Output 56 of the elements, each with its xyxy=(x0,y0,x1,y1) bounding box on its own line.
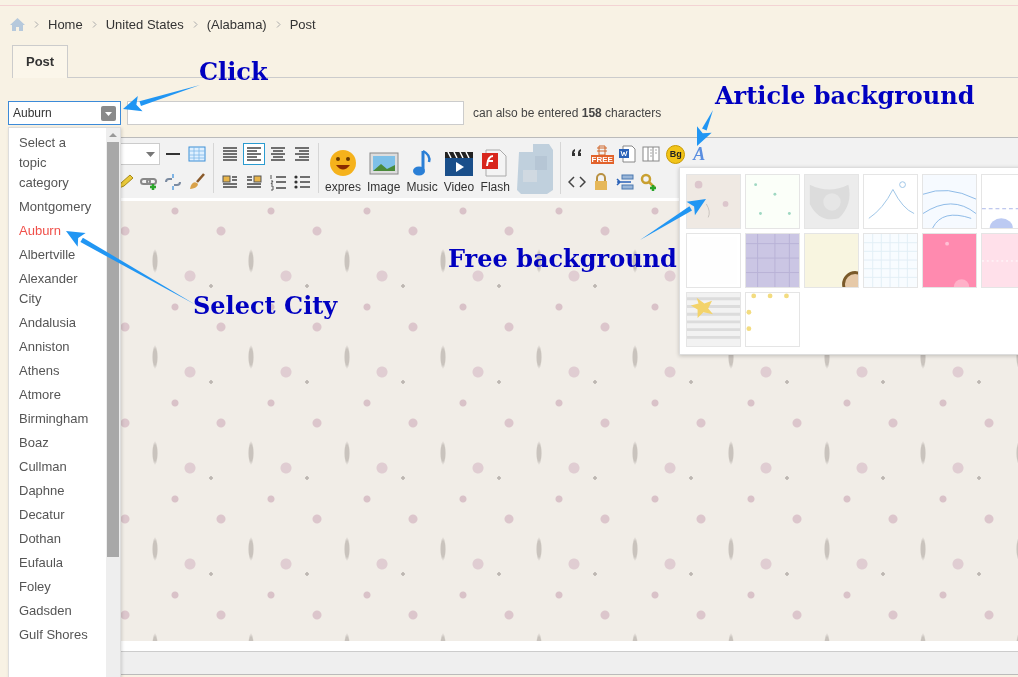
background-button[interactable]: Bg xyxy=(666,144,686,164)
annotation-label: Free background xyxy=(448,244,677,274)
arrow xyxy=(697,110,713,146)
dropdown-option[interactable]: Decatur xyxy=(19,503,95,527)
dropdown-option[interactable]: Daphne xyxy=(19,479,95,503)
media-button[interactable]: Music xyxy=(405,148,439,194)
dropdown-option[interactable]: Anniston xyxy=(19,335,95,359)
dropdown-option[interactable]: Cullman xyxy=(19,455,95,479)
scrollbar[interactable] xyxy=(106,128,120,677)
dropdown-option[interactable]: Boaz xyxy=(19,431,95,455)
dropdown-option[interactable]: Atmore xyxy=(19,383,95,407)
media-button[interactable]: Image xyxy=(366,148,402,194)
dropdown-option[interactable]: Alexander City xyxy=(19,267,95,311)
indent-icon[interactable] xyxy=(614,171,637,193)
character-hint: can also be entered 158 characters xyxy=(473,106,662,120)
dropdown-option[interactable]: Dothan xyxy=(19,527,95,551)
media-button[interactable]: expres xyxy=(324,148,363,194)
dropdown-option[interactable]: Birmingham xyxy=(19,407,95,431)
dropdown-option[interactable]: Select a topic category xyxy=(19,131,95,195)
document-icon[interactable] xyxy=(616,143,639,165)
dropdown-option[interactable]: Athens xyxy=(19,359,95,383)
dropdown-option[interactable]: Albertville xyxy=(19,243,95,267)
dropdown-option[interactable]: Montgomery xyxy=(19,195,95,219)
breadcrumb-link[interactable]: United States xyxy=(105,16,184,32)
dropdown-option[interactable]: Gadsden xyxy=(19,599,95,623)
scrollbar-thumb[interactable] xyxy=(107,142,119,557)
chevron-icon xyxy=(275,20,281,28)
unlink-icon[interactable] xyxy=(162,171,184,193)
columns-icon[interactable] xyxy=(640,143,663,165)
tab[interactable]: Post xyxy=(12,45,69,78)
home-icon[interactable] xyxy=(10,17,25,31)
dropdown-option[interactable]: Andalusia xyxy=(19,311,95,335)
chevron-icon xyxy=(192,20,198,28)
media-button[interactable]: Video xyxy=(442,148,476,194)
align-left-icon[interactable] xyxy=(243,143,265,165)
chevron-icon xyxy=(34,20,39,28)
dropdown-option[interactable]: Auburn xyxy=(19,219,95,243)
blurred-icon xyxy=(515,142,556,194)
category-select[interactable]: Auburn xyxy=(8,101,121,125)
arrow xyxy=(640,199,706,240)
building-icon xyxy=(597,144,608,155)
annotation-label: Select City xyxy=(193,291,338,321)
chevron-icon xyxy=(91,20,97,28)
annotation-label: Click xyxy=(199,57,268,87)
breadcrumb-link[interactable]: (Alabama) xyxy=(206,16,267,32)
dropdown-option[interactable]: Gulf Shores xyxy=(19,623,95,647)
breadcrumb-link[interactable]: Home xyxy=(48,16,83,32)
media-button[interactable]: Flash xyxy=(479,148,512,194)
annotation-label: Article background xyxy=(715,81,975,111)
caret-icon xyxy=(101,105,116,121)
dropdown-option[interactable]: Eufaula xyxy=(19,551,95,575)
caret-icon xyxy=(146,151,155,157)
smiley-icon xyxy=(328,148,358,178)
title-field[interactable] xyxy=(127,101,464,125)
dropdown-option[interactable]: Foley xyxy=(19,575,95,599)
breadcrumb-link[interactable]: Post xyxy=(289,16,316,32)
